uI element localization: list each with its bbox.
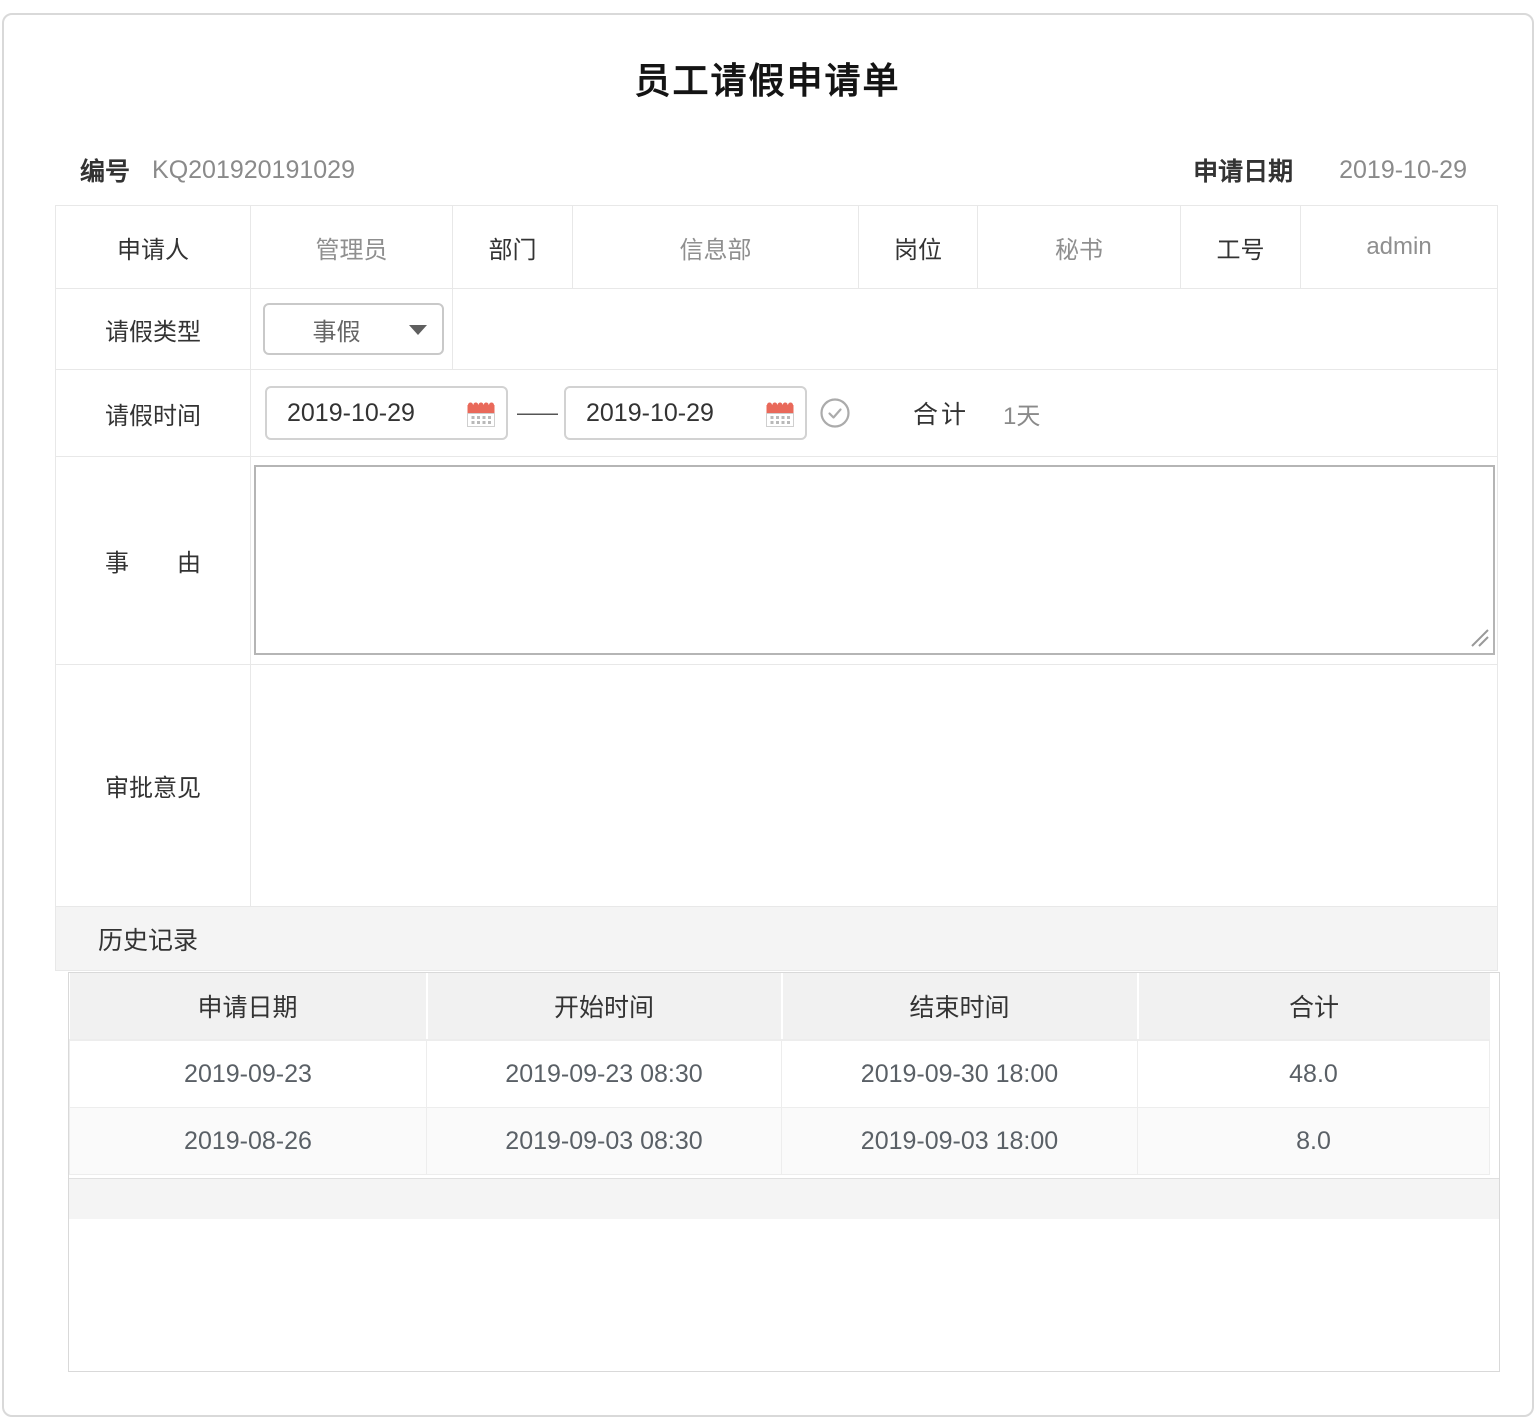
date-range-separator: ——	[517, 400, 555, 426]
table-row: 2019-09-23 2019-09-23 08:30 2019-09-30 1…	[70, 1040, 1490, 1108]
calendar-icon[interactable]	[765, 398, 795, 428]
table-cell: 8.0	[1138, 1108, 1490, 1175]
form-number-group: 编号 KQ201920191029	[80, 152, 355, 188]
apply-date-group: 申请日期 2019-10-29	[1193, 152, 1467, 188]
history-table: 申请日期 开始时间 结束时间 合计 2019-09-23 2019-09-23 …	[69, 973, 1490, 1175]
reason-cell	[251, 457, 1498, 665]
apply-date-value: 2019-10-29	[1339, 156, 1467, 185]
approval-label: 审批意见	[56, 665, 251, 907]
leave-time-row: ——	[251, 386, 1497, 440]
check-circle-icon	[819, 397, 851, 429]
leave-start-date-input[interactable]	[267, 388, 447, 438]
table-row: 2019-08-26 2019-09-03 08:30 2019-09-03 1…	[70, 1108, 1490, 1175]
leave-type-empty-cell	[453, 289, 1498, 370]
form-number-value: KQ201920191029	[152, 156, 355, 185]
position-value: 秘书	[978, 206, 1181, 289]
leave-end-date-input[interactable]	[566, 388, 746, 438]
leave-type-cell: 事假	[251, 289, 453, 370]
column-header: 合计	[1138, 973, 1490, 1040]
employee-id-value: admin	[1301, 206, 1498, 289]
meta-row: 编号 KQ201920191029 申请日期 2019-10-29	[0, 150, 1535, 190]
applicant-value: 管理员	[251, 206, 453, 289]
table-cell: 48.0	[1138, 1040, 1490, 1108]
main-form-table: 申请人 管理员 部门 信息部 岗位 秘书 工号 admin 请假类型 事假 请假…	[55, 205, 1498, 971]
column-header: 结束时间	[782, 973, 1138, 1040]
history-section-title: 历史记录	[56, 907, 1498, 971]
table-cell: 2019-09-23 08:30	[427, 1040, 782, 1108]
total-value: 1天	[1003, 396, 1040, 431]
leave-type-dropdown[interactable]: 事假	[263, 303, 444, 355]
table-cell: 2019-09-03 08:30	[427, 1108, 782, 1175]
position-label: 岗位	[859, 206, 978, 289]
department-value: 信息部	[573, 206, 859, 289]
total-label: 合计	[913, 395, 969, 431]
leave-type-selected: 事假	[313, 312, 395, 347]
approval-value-cell	[251, 665, 1498, 907]
leave-time-cell: ——	[251, 370, 1498, 457]
page-title: 员工请假申请单	[0, 52, 1535, 104]
applicant-label: 申请人	[56, 206, 251, 289]
history-bottom-strip	[69, 1178, 1499, 1219]
reason-textarea[interactable]	[254, 465, 1495, 655]
apply-date-label: 申请日期	[1193, 152, 1293, 188]
form-number-label: 编号	[80, 152, 130, 188]
column-header: 申请日期	[70, 973, 427, 1040]
table-cell: 2019-09-03 18:00	[782, 1108, 1138, 1175]
table-cell: 2019-08-26	[70, 1108, 427, 1175]
reason-label: 事 由	[56, 457, 251, 665]
resize-grip-icon[interactable]	[1468, 626, 1490, 655]
leave-type-label: 请假类型	[56, 289, 251, 370]
department-label: 部门	[453, 206, 573, 289]
calendar-icon[interactable]	[466, 398, 496, 428]
leave-end-date-picker[interactable]	[564, 386, 807, 440]
leave-time-label: 请假时间	[56, 370, 251, 457]
column-header: 开始时间	[427, 973, 782, 1040]
table-cell: 2019-09-30 18:00	[782, 1040, 1138, 1108]
history-table-container: 申请日期 开始时间 结束时间 合计 2019-09-23 2019-09-23 …	[68, 972, 1500, 1372]
employee-id-label: 工号	[1181, 206, 1301, 289]
leave-start-date-picker[interactable]	[265, 386, 508, 440]
history-header-row: 申请日期 开始时间 结束时间 合计	[70, 973, 1490, 1040]
chevron-down-icon	[409, 325, 427, 335]
table-cell: 2019-09-23	[70, 1040, 427, 1108]
